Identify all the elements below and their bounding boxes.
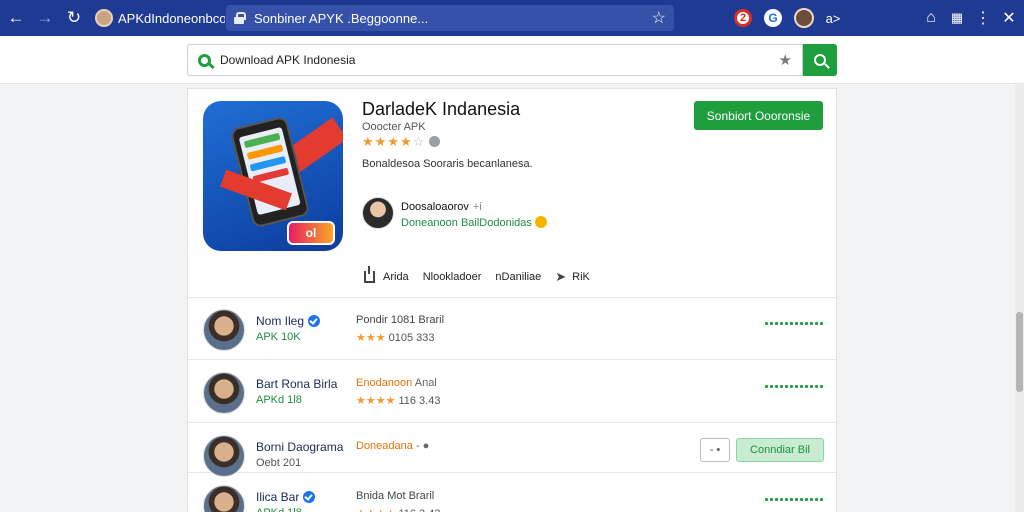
row-rating: ★★★★116 3.43 <box>356 507 440 512</box>
extension-g-icon[interactable]: G <box>764 9 782 27</box>
tab-title: APKdIndoneonbcoc. <box>118 10 225 26</box>
row-rating: ★★★★116 3.43 <box>356 395 441 407</box>
options-button[interactable]: - • <box>700 438 730 462</box>
forward-arrow-icon[interactable]: → <box>32 5 58 31</box>
list-item[interactable]: Nom Ileg APK 10K Pondir 1081 Braril ★★★ 010… <box>188 298 836 360</box>
send-arrow-icon[interactable]: ➤ <box>555 269 566 285</box>
action-2[interactable]: nDaniliae <box>495 271 541 283</box>
action-1[interactable]: Nlookladoer <box>423 271 482 283</box>
progress-dots <box>764 385 824 388</box>
action-3[interactable]: RiK <box>572 271 590 283</box>
emoji-icon <box>534 216 547 228</box>
star-icon: ★ <box>374 134 388 149</box>
connect-button[interactable]: Conndiar Bil <box>736 438 824 462</box>
address-text: Sonbiner APYK .Beggoonne... <box>254 10 429 26</box>
magnifier-icon <box>814 54 826 66</box>
home-icon[interactable]: ⌂ <box>918 9 944 27</box>
row-label: Bnida Mot Braril <box>356 490 435 502</box>
action-0[interactable]: Arida <box>383 271 409 283</box>
developer-avatar[interactable] <box>362 197 394 229</box>
row-label: Doneadana - ● <box>356 440 430 452</box>
row-label: Enodanoon Anal <box>356 377 437 389</box>
user-name[interactable]: Bart Rona Birla <box>256 377 337 391</box>
app-title: DarladeK Indanesia <box>362 99 521 119</box>
developer-plus: +i <box>472 201 482 213</box>
profile-menu-label[interactable]: a> <box>820 11 846 26</box>
search-button[interactable] <box>803 44 837 76</box>
search-strip: ★ <box>0 36 1024 84</box>
favorite-star-icon[interactable]: ★ <box>779 51 792 69</box>
progress-dots <box>764 322 824 325</box>
info-icon[interactable] <box>429 136 441 147</box>
phone-icon <box>229 115 311 229</box>
user-meta: APK 10K <box>256 331 301 343</box>
tab-favicon-icon <box>95 9 113 27</box>
user-name[interactable]: Nom Ileg <box>256 314 321 328</box>
row-label: Pondir 1081 Braril <box>356 314 445 326</box>
user-name[interactable]: Borni Daograma <box>256 440 343 454</box>
app-icon: ol <box>203 101 343 251</box>
app-card: ol DarladeK Indanesia Ooocter APK ★★★★☆ … <box>187 88 837 512</box>
list-item[interactable]: Bart Rona Birla APKd 1l8 Enodanoon Anal ★★★… <box>188 361 836 423</box>
verified-icon <box>303 491 316 503</box>
progress-dots <box>764 498 824 501</box>
star-icon: ★ <box>399 134 413 149</box>
tab-manager-icon[interactable]: ▦ <box>944 10 970 26</box>
row-stars: ★★★ <box>356 332 386 344</box>
back-arrow-icon[interactable]: ← <box>3 5 29 31</box>
developer-tag: Doneanoon BailDodonidas <box>401 216 547 229</box>
user-name[interactable]: Ilica Bar <box>256 490 316 504</box>
app-rating: ★★★★☆ <box>362 134 441 150</box>
scroll-thumb[interactable] <box>1016 312 1023 392</box>
user-meta: Oebt 201 <box>256 457 302 469</box>
row-rating: ★★★ 0105 333 <box>356 332 435 344</box>
kebab-menu-icon[interactable]: ⋮ <box>970 8 996 28</box>
developer-name[interactable]: Doosaloaorov +i <box>401 201 482 213</box>
star-icon: ☆ <box>412 134 426 149</box>
profile-avatar[interactable] <box>794 8 814 28</box>
share-icon[interactable] <box>364 266 375 283</box>
list-item[interactable]: Ilica Bar APKd 1l8 Bnida Mot Braril ★★★★11… <box>188 474 836 512</box>
user-meta: APKd 1l8 <box>256 507 302 512</box>
user-avatar[interactable] <box>203 485 245 512</box>
reload-icon[interactable]: ↻ <box>61 5 87 31</box>
close-icon[interactable]: ✕ <box>996 8 1022 28</box>
extension-badge-icon[interactable]: 2 <box>734 9 752 27</box>
app-icon-badge: ol <box>287 221 335 245</box>
get-app-button[interactable]: Sonbiort Oooronsie <box>694 101 823 130</box>
star-icon: ★ <box>387 134 400 149</box>
user-meta: APKd 1l8 <box>256 394 302 406</box>
user-avatar[interactable] <box>203 309 245 351</box>
address-bar[interactable]: Sonbiner APYK .Beggoonne... ☆ <box>226 5 674 31</box>
lock-icon <box>234 12 246 24</box>
search-input[interactable] <box>220 53 720 67</box>
star-icon: ★ <box>362 134 375 149</box>
row-stars: ★★★★ <box>356 395 396 407</box>
toolbar-right-icons: 2 G a> ⌂ ▦ ⋮ ✕ <box>734 0 1024 36</box>
browser-tab[interactable]: APKdIndoneonbcoc. <box>95 5 225 31</box>
user-avatar[interactable] <box>203 435 245 477</box>
scrollbar[interactable] <box>1015 84 1024 512</box>
app-subtitle: Ooocter APK <box>362 121 426 133</box>
search-box[interactable]: ★ <box>187 44 803 76</box>
user-avatar[interactable] <box>203 372 245 414</box>
browser-toolbar: ← → ↻ APKdIndoneonbcoc. Sonbiner APYK .B… <box>0 0 1024 36</box>
list-item[interactable]: Borni Daograma Oebt 201 Doneadana - ● - • Co… <box>188 424 836 477</box>
bookmark-star-icon[interactable]: ☆ <box>652 8 666 28</box>
row-stars: ★★★★ <box>356 508 395 512</box>
action-bar: Arida Nlookladoer nDaniliae ➤ RiK <box>364 266 604 285</box>
search-icon <box>198 53 211 67</box>
app-description: Bonaldesoa Sooraris becanlanesa. <box>362 158 533 170</box>
verified-icon <box>308 315 321 327</box>
